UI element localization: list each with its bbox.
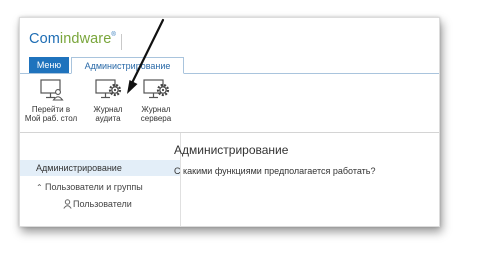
ribbon-label: Журнал [141,105,171,114]
tab-bar: Меню Администрирование [20,57,439,74]
monitor-user-icon [40,79,64,101]
ribbon-toolbar: Перейти в Мой раб. стол Журнал аудита Жу… [20,74,439,133]
page-title: Администрирование [174,143,289,157]
app-window: Comindware® Меню Администрирование Перей… [19,17,440,227]
monitor-gear-icon [95,79,122,99]
go-to-my-desktop-button[interactable]: Перейти в Мой раб. стол [24,78,78,123]
monitor-gear-icon [143,79,170,99]
ribbon-label: Журнал [93,105,123,114]
prompt-text: С какими функциями предполагается работа… [174,166,376,176]
sidebar-item-users-and-groups[interactable]: ⌃ Пользователи и группы [20,179,180,195]
tab-administration[interactable]: Администрирование [71,57,184,74]
sidebar-item-label: Пользователи и группы [45,182,143,192]
sidebar-item-label: Пользователи [73,199,132,209]
sidebar-item-administration[interactable]: Администрирование [20,160,180,176]
navigation-sidebar: Администрирование ⌃ Пользователи и группы… [20,133,181,226]
sidebar-item-label: Администрирование [36,163,122,173]
ribbon-label: Перейти в [31,105,71,114]
header-divider [121,34,122,50]
ribbon-label: сервера [140,114,172,123]
ribbon-label: аудита [95,114,121,123]
server-log-button[interactable]: Журнал сервера [136,78,176,123]
tab-menu[interactable]: Меню [29,57,69,73]
comindware-logo: Comindware® [29,31,116,47]
user-icon [63,198,73,214]
audit-log-button[interactable]: Журнал аудита [90,78,126,123]
chevron-up-icon[interactable]: ⌃ [36,180,45,196]
sidebar-item-users[interactable]: Пользователи [20,196,180,212]
ribbon-label: Мой раб. стол [24,114,78,123]
